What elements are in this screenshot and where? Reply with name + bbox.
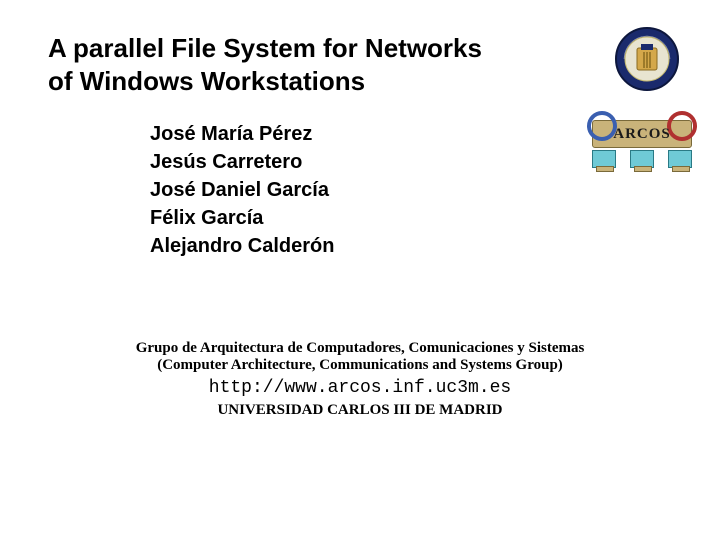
author-name: Félix García: [150, 204, 334, 232]
university-logo-icon: [614, 26, 680, 97]
author-name: José Daniel García: [150, 176, 334, 204]
computer-icon: [592, 150, 616, 168]
footer-block: Grupo de Arquitectura de Computadores, C…: [0, 340, 720, 419]
computer-icon: [668, 150, 692, 168]
author-name: Alejandro Calderón: [150, 232, 334, 260]
group-name-es: Grupo de Arquitectura de Computadores, C…: [0, 340, 720, 357]
author-list: José María Pérez Jesús Carretero José Da…: [150, 120, 334, 260]
author-name: José María Pérez: [150, 120, 334, 148]
arcos-logo-icon: ARCOS: [592, 120, 692, 168]
author-name: Jesús Carretero: [150, 148, 334, 176]
group-name-en: (Computer Architecture, Communications a…: [0, 357, 720, 374]
slide-title: A parallel File System for Networks of W…: [48, 32, 498, 97]
group-url: http://www.arcos.inf.uc3m.es: [0, 378, 720, 398]
university-name: UNIVERSIDAD CARLOS III DE MADRID: [0, 402, 720, 419]
arcos-logo-label: ARCOS: [613, 126, 671, 143]
computer-icon: [630, 150, 654, 168]
